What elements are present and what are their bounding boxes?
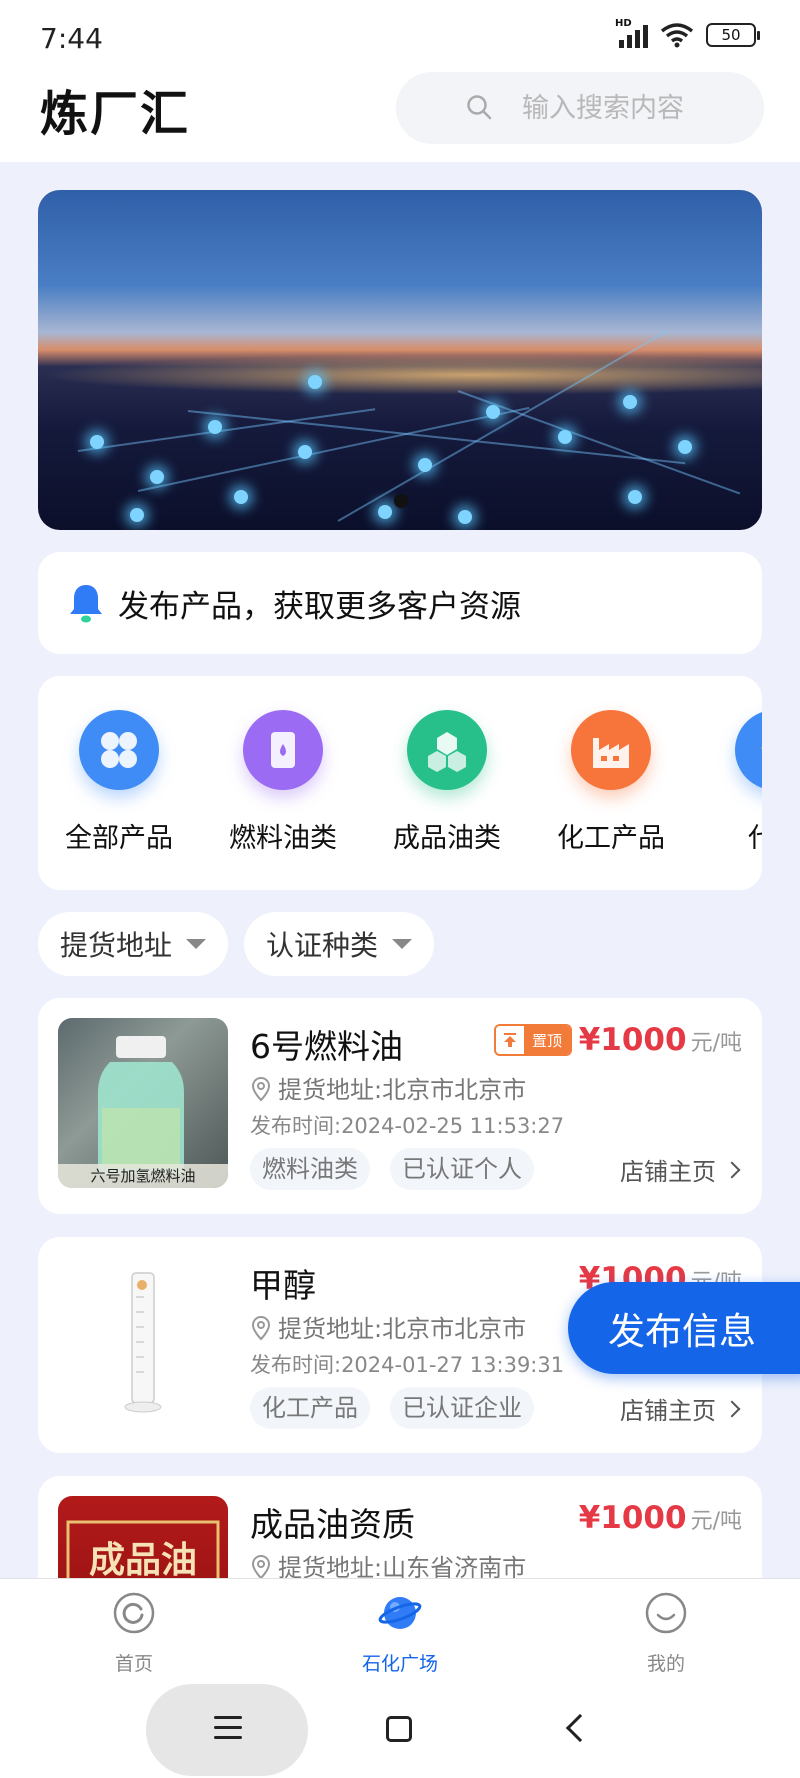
product-image-caption: 成品油 bbox=[89, 1539, 197, 1578]
system-nav-bar bbox=[0, 1680, 800, 1778]
cell-signal-icon: HD bbox=[615, 18, 648, 48]
planet-icon bbox=[378, 1597, 422, 1629]
tab-home[interactable]: 首页 bbox=[74, 1591, 194, 1676]
search-bar[interactable] bbox=[396, 72, 764, 144]
caret-down-icon bbox=[186, 939, 207, 949]
product-card[interactable]: 成品油 成品油资质 ¥1000 元/吨 提货地址:山东省济南市 bbox=[38, 1476, 762, 1578]
category-label: 化工产品 bbox=[557, 823, 665, 854]
category-agency[interactable]: 代办 bbox=[710, 710, 762, 855]
product-name: 成品油资质 bbox=[250, 1505, 415, 1544]
battery-icon: 50 bbox=[706, 23, 760, 47]
product-tag: 已认证个人 bbox=[390, 1148, 534, 1190]
filter-certification-label: 认证种类 bbox=[266, 929, 379, 962]
product-image: 成品油 bbox=[58, 1496, 228, 1578]
pin-top-icon bbox=[496, 1026, 524, 1054]
home-button[interactable] bbox=[386, 1716, 412, 1742]
category-strip: 全部产品 燃料油类 成品油类 化工产品 代办 bbox=[38, 676, 762, 890]
category-chemical[interactable]: 化工产品 bbox=[546, 710, 676, 855]
app-title: 炼厂汇 bbox=[40, 86, 191, 142]
price-unit: 元/吨 bbox=[690, 1031, 742, 1056]
tab-mine[interactable]: 我的 bbox=[606, 1591, 726, 1676]
bell-icon bbox=[70, 585, 102, 623]
chevron-right-icon bbox=[723, 1400, 741, 1417]
smile-icon bbox=[645, 1592, 687, 1634]
product-name: 甲醇 bbox=[250, 1266, 316, 1305]
menu-icon bbox=[214, 1716, 242, 1746]
tab-label: 石化广场 bbox=[361, 1653, 438, 1675]
notice-bar[interactable]: 发布产品，获取更多客户资源 bbox=[38, 552, 762, 654]
product-name: 6号燃料油 bbox=[250, 1027, 403, 1066]
location-icon bbox=[251, 1076, 271, 1102]
product-address: 提货地址:北京市北京市 bbox=[250, 1309, 526, 1344]
category-refined-oil[interactable]: 成品油类 bbox=[382, 710, 512, 855]
pinned-badge: 置顶 bbox=[494, 1024, 572, 1056]
product-tag: 化工产品 bbox=[250, 1387, 370, 1429]
category-all-products[interactable]: 全部产品 bbox=[54, 710, 184, 855]
product-address: 提货地址:北京市北京市 bbox=[250, 1070, 526, 1105]
publish-button[interactable]: 发布信息 bbox=[568, 1282, 800, 1374]
category-label: 成品油类 bbox=[393, 823, 501, 854]
search-icon bbox=[467, 95, 492, 120]
factory-icon bbox=[571, 710, 651, 790]
product-price: ¥1000元/吨 bbox=[578, 1500, 742, 1536]
chevron-right-icon bbox=[723, 1161, 741, 1178]
notice-text: 发布产品，获取更多客户资源 bbox=[118, 588, 521, 625]
product-tag: 燃料油类 bbox=[250, 1148, 370, 1190]
location-icon bbox=[251, 1315, 271, 1341]
product-price: ¥1000元/吨 bbox=[578, 1022, 742, 1058]
home-icon bbox=[113, 1592, 155, 1634]
pinned-label: 置顶 bbox=[524, 1026, 570, 1054]
diamond-icon bbox=[735, 710, 762, 790]
header: 7:44 HD 50 炼厂汇 bbox=[0, 0, 800, 162]
tab-label: 我的 bbox=[646, 1653, 685, 1675]
filter-certification[interactable]: 认证种类 bbox=[244, 912, 435, 976]
price-unit: 元/吨 bbox=[690, 1509, 742, 1534]
product-image: 六号加氢燃料油 bbox=[58, 1018, 228, 1188]
filter-address[interactable]: 提货地址 bbox=[38, 912, 229, 976]
category-label: 全部产品 bbox=[65, 823, 173, 854]
status-time: 7:44 bbox=[40, 22, 103, 55]
shop-link[interactable]: 店铺主页 bbox=[620, 1152, 741, 1187]
product-image-caption: 六号加氢燃料油 bbox=[90, 1167, 195, 1185]
location-icon bbox=[251, 1554, 271, 1578]
bottom-tab-bar: 首页 石化广场 我的 bbox=[0, 1578, 800, 1680]
tab-petrochemical-square[interactable]: 石化广场 bbox=[340, 1591, 460, 1676]
banner-image[interactable] bbox=[38, 190, 762, 530]
grid-icon bbox=[79, 710, 159, 790]
product-tag: 已认证企业 bbox=[390, 1387, 534, 1429]
product-time: 发布时间:2024-01-27 13:39:31 bbox=[250, 1353, 565, 1377]
caret-down-icon bbox=[392, 939, 413, 949]
tab-label: 首页 bbox=[114, 1653, 153, 1675]
shop-link[interactable]: 店铺主页 bbox=[620, 1391, 741, 1426]
category-label: 燃料油类 bbox=[229, 823, 337, 854]
product-image bbox=[58, 1257, 228, 1427]
oil-drum-icon bbox=[243, 710, 323, 790]
product-address: 提货地址:山东省济南市 bbox=[250, 1548, 526, 1578]
filter-address-label: 提货地址 bbox=[60, 929, 173, 962]
wifi-icon bbox=[660, 23, 694, 48]
back-button[interactable] bbox=[565, 1713, 595, 1743]
status-icons: HD 50 bbox=[615, 18, 760, 48]
product-card[interactable]: 六号加氢燃料油 6号燃料油 置顶 ¥1000 元/吨 提货地址:北京市北京市 发布… bbox=[38, 998, 762, 1214]
banner-page-indicator bbox=[394, 494, 408, 508]
cubes-icon bbox=[407, 710, 487, 790]
category-label: 代办 bbox=[748, 823, 762, 854]
product-time: 发布时间:2024-02-25 11:53:27 bbox=[250, 1114, 565, 1138]
search-input[interactable] bbox=[522, 92, 742, 124]
category-fuel-oil[interactable]: 燃料油类 bbox=[218, 710, 348, 855]
network-label: HD bbox=[615, 18, 632, 29]
